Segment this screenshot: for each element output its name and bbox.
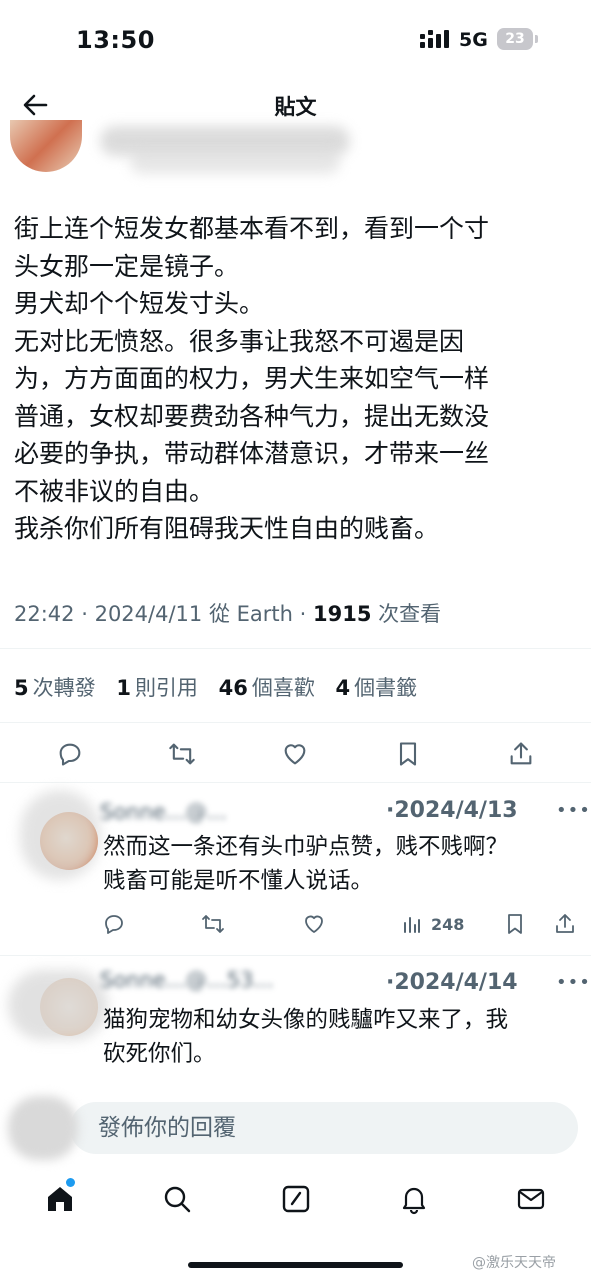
- compose-icon[interactable]: [280, 1183, 312, 1215]
- author-handle-redacted: [130, 150, 340, 174]
- views-icon[interactable]: [402, 914, 422, 934]
- page-title: 貼文: [274, 95, 317, 119]
- tweet-views: 1915: [313, 602, 372, 626]
- bell-icon[interactable]: [398, 1183, 430, 1215]
- source-prefix: 從: [208, 602, 230, 626]
- search-icon[interactable]: [161, 1183, 193, 1215]
- reply-views: 248: [431, 915, 465, 934]
- home-indicator[interactable]: [188, 1262, 403, 1268]
- reply-input[interactable]: 發佈你的回覆: [70, 1102, 578, 1154]
- share-icon[interactable]: [507, 740, 535, 768]
- tweet-text: 街上连个短发女都基本看不到，看到一个寸 头女那一定是镜子。 男犬却个个短发寸头。…: [14, 214, 490, 543]
- stat-likes-count: 46: [218, 676, 248, 700]
- reply-text: 猫狗宠物和幼女头像的贱驢咋又来了，我 砍死你们。: [103, 1007, 509, 1067]
- more-icon[interactable]: •••: [556, 972, 591, 993]
- share-icon[interactable]: [553, 912, 577, 936]
- stat-likes[interactable]: 46 個喜歡: [219, 676, 315, 700]
- more-icon[interactable]: •••: [556, 800, 591, 821]
- divider: [0, 955, 591, 956]
- my-avatar[interactable]: [8, 1096, 78, 1160]
- tweet-date: 2024/4/11: [94, 602, 203, 626]
- status-bar: 13:50 5G 23: [0, 0, 591, 80]
- status-time: 13:50: [76, 26, 155, 54]
- stat-quotes[interactable]: 1 則引用: [116, 676, 198, 700]
- reply-author-name[interactable]: Sonne...@...53...: [100, 968, 274, 992]
- reply-icon[interactable]: [56, 740, 84, 768]
- reply-text: 然而这一条还有头巾驴点赞，贱不贱啊？ 贱畜可能是听不懂人说话。: [103, 834, 509, 894]
- signal-icon: [420, 30, 449, 48]
- reply-date: ·2024/4/14: [386, 970, 518, 995]
- stat-quotes-label: 則引用: [134, 676, 198, 700]
- bookmark-icon[interactable]: [503, 912, 527, 936]
- divider: [0, 648, 591, 649]
- reply-date: ·2024/4/13: [386, 798, 518, 823]
- mail-icon[interactable]: [515, 1183, 547, 1215]
- avatar-redacted: [8, 970, 108, 1040]
- stat-likes-label: 個喜歡: [251, 676, 315, 700]
- like-icon[interactable]: [281, 740, 309, 768]
- divider: [0, 782, 591, 783]
- battery-icon: 23: [497, 28, 538, 50]
- tweet-time: 22:42: [14, 602, 75, 626]
- reply-icon[interactable]: [102, 912, 126, 936]
- watermark: @激乐天天帝: [472, 1255, 556, 1271]
- tweet-stats: 5 次轉發 1 則引用 46 個喜歡 4 個書籤: [14, 672, 431, 702]
- stat-bookmarks-count: 4: [335, 676, 351, 700]
- network-type: 5G: [459, 29, 488, 51]
- divider: [0, 722, 591, 723]
- stat-bookmarks-label: 個書籤: [354, 676, 418, 700]
- tweet-source[interactable]: Earth: [237, 602, 293, 626]
- stat-retweets-count: 5: [14, 676, 29, 700]
- tweet-meta: 22:42 · 2024/4/11 從 Earth · 1915 次查看: [14, 602, 442, 626]
- views-label: 次查看: [378, 602, 442, 626]
- stat-retweets[interactable]: 5 次轉發: [14, 676, 96, 700]
- bookmark-icon[interactable]: [394, 740, 422, 768]
- stat-retweets-label: 次轉發: [32, 676, 96, 700]
- retweet-icon[interactable]: [168, 740, 196, 768]
- home-icon[interactable]: [44, 1183, 76, 1215]
- retweet-icon[interactable]: [201, 912, 225, 936]
- stat-bookmarks[interactable]: 4 個書籤: [336, 676, 418, 700]
- like-icon[interactable]: [302, 912, 326, 936]
- author-avatar[interactable]: [10, 120, 82, 172]
- stat-quotes-count: 1: [116, 676, 131, 700]
- reply-author-name[interactable]: Sonne...@...: [100, 800, 227, 824]
- avatar-redacted: [20, 790, 100, 880]
- notification-dot: [66, 1178, 75, 1187]
